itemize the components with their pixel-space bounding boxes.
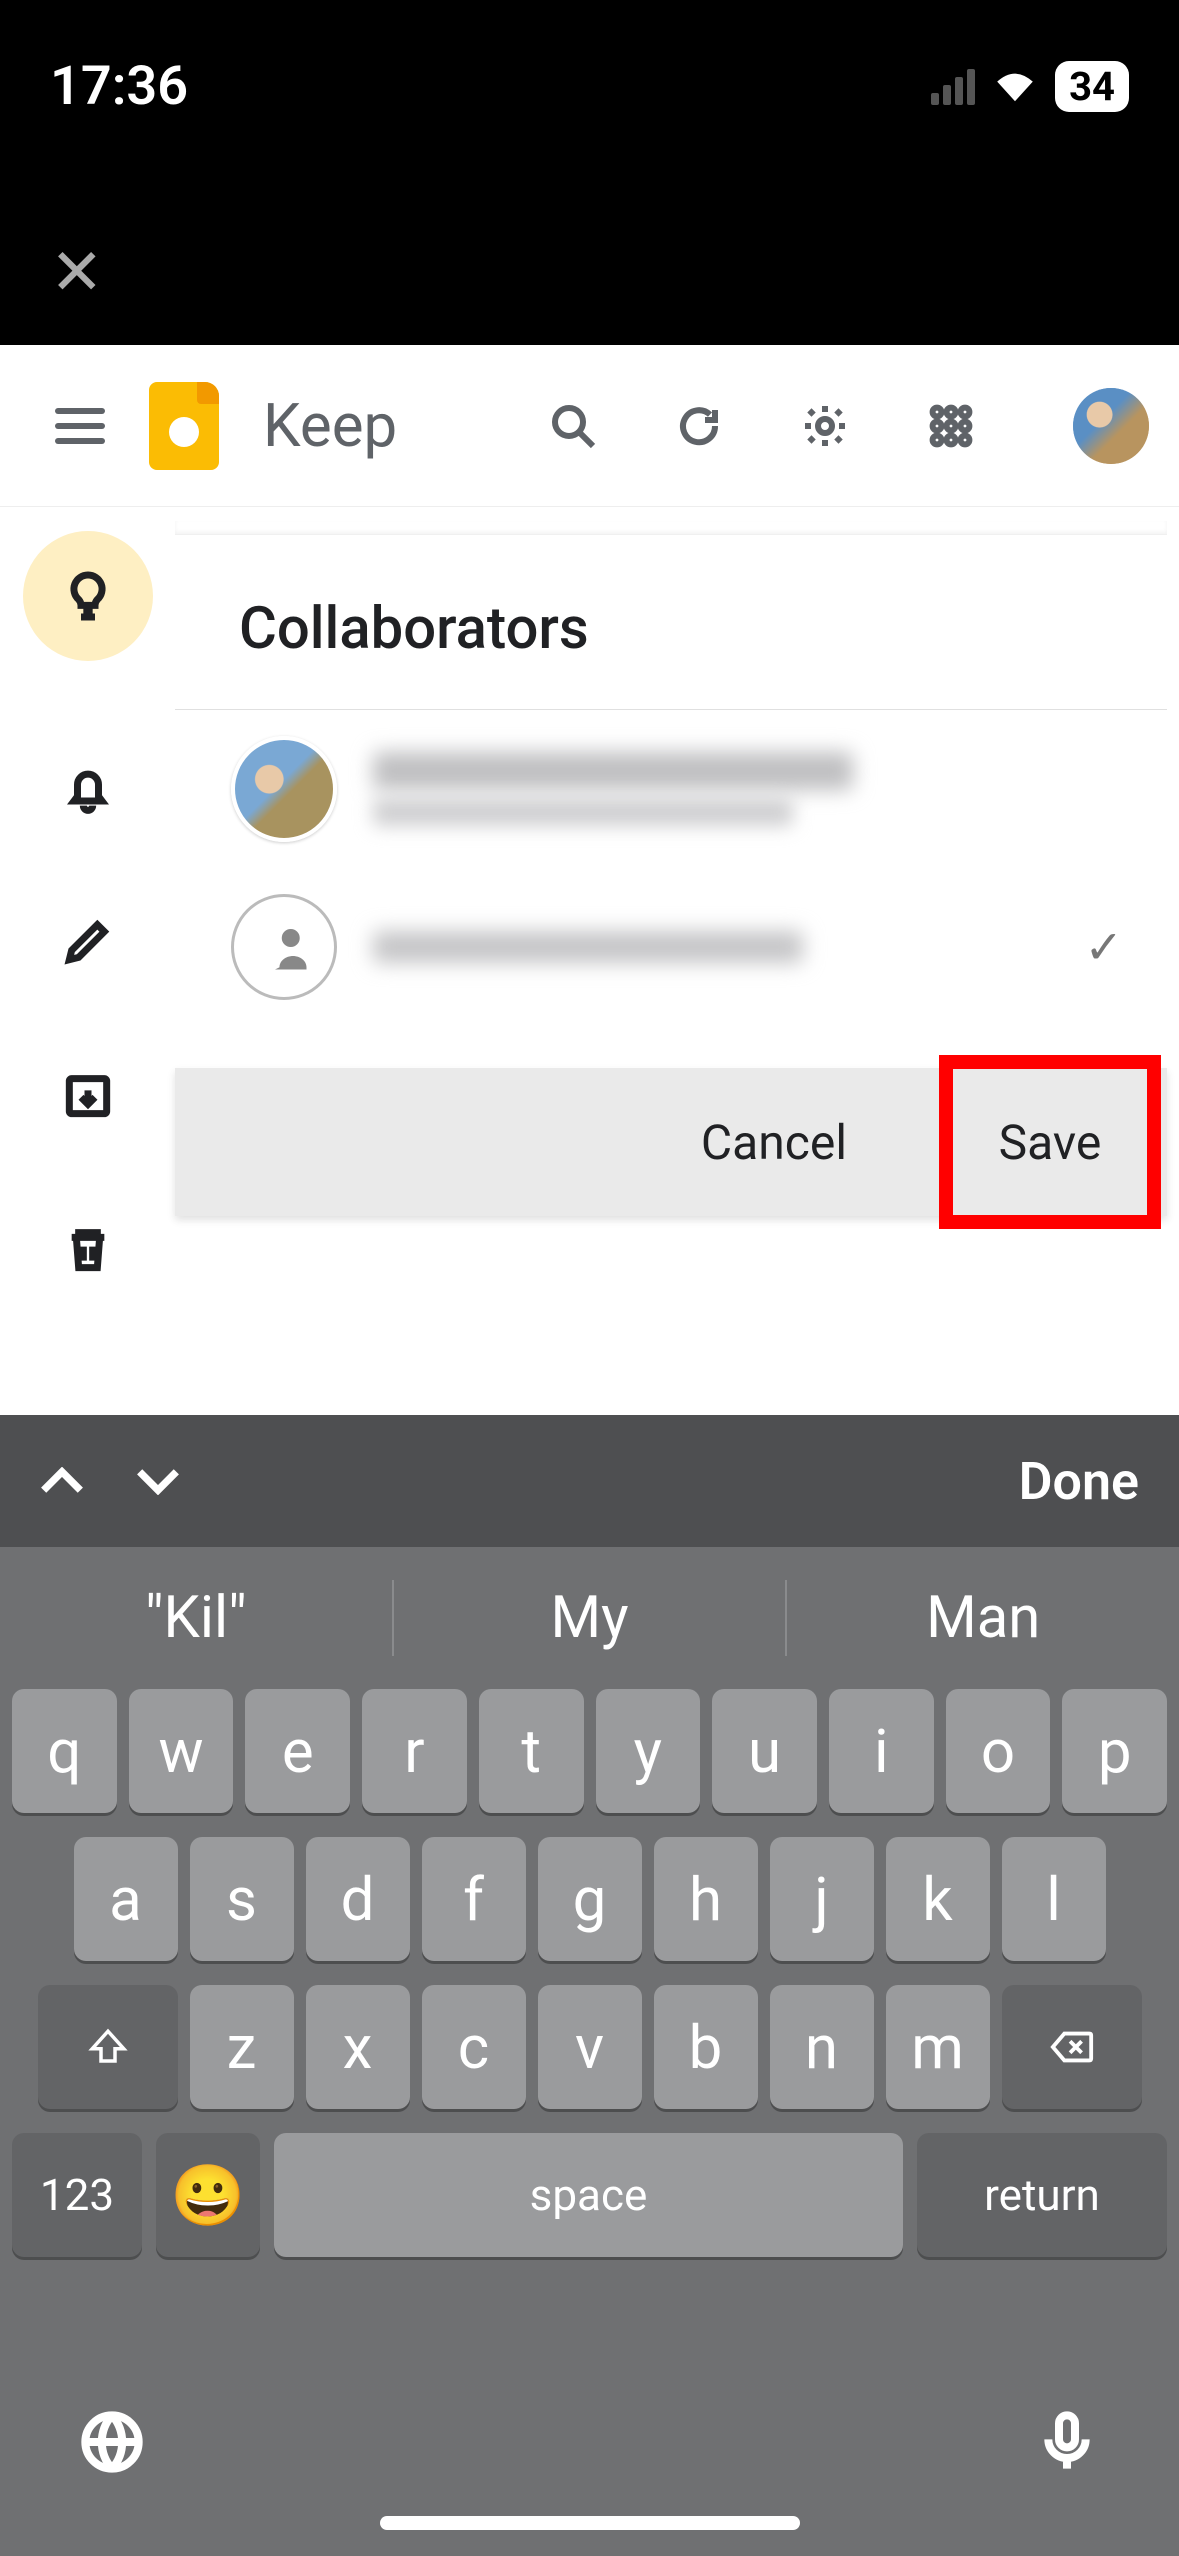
- keyboard-row-1: q w e r t y u i o p: [12, 1689, 1167, 1813]
- home-indicator[interactable]: [380, 2516, 800, 2530]
- key-d[interactable]: d: [306, 1837, 410, 1961]
- key-x[interactable]: x: [306, 1985, 410, 2109]
- status-bar: 17:36 34: [0, 0, 1179, 118]
- panel-title: Collaborators: [175, 543, 1167, 710]
- key-t[interactable]: t: [479, 1689, 584, 1813]
- collaborator-avatar: [231, 736, 337, 842]
- key-e[interactable]: e: [245, 1689, 350, 1813]
- main-content: Collaborators ✓ Cance: [0, 507, 1179, 1415]
- app-title: Keep: [263, 390, 413, 461]
- key-u[interactable]: u: [712, 1689, 817, 1813]
- reminders-tab-icon[interactable]: [60, 759, 116, 815]
- cellular-signal-icon: [931, 69, 975, 105]
- status-right: 34: [931, 61, 1129, 112]
- key-b[interactable]: b: [654, 1985, 758, 2109]
- cancel-button[interactable]: Cancel: [609, 1068, 939, 1216]
- notes-tab-icon[interactable]: [23, 531, 153, 661]
- keyboard-done-button[interactable]: Done: [1019, 1451, 1139, 1512]
- numeric-key[interactable]: 123: [12, 2133, 142, 2257]
- key-p[interactable]: p: [1062, 1689, 1167, 1813]
- battery-indicator: 34: [1055, 61, 1129, 112]
- key-n[interactable]: n: [770, 1985, 874, 2109]
- key-a[interactable]: a: [74, 1837, 178, 1961]
- keep-logo-icon[interactable]: [149, 382, 219, 470]
- save-button[interactable]: Save: [953, 1069, 1147, 1215]
- key-w[interactable]: w: [129, 1689, 234, 1813]
- wifi-icon: [993, 71, 1037, 103]
- browser-chrome: 17:36 34 ✕: [0, 0, 1179, 345]
- keyboard-row-3: z x c v b n m: [12, 1985, 1167, 2109]
- key-g[interactable]: g: [538, 1837, 642, 1961]
- keyboard-row-2: a s d f g h j k l: [12, 1837, 1167, 1961]
- collaborator-owner-row: [175, 710, 1167, 868]
- key-o[interactable]: o: [946, 1689, 1051, 1813]
- app-header: Keep: [0, 345, 1179, 507]
- backspace-key[interactable]: [1002, 1985, 1142, 2109]
- key-f[interactable]: f: [422, 1837, 526, 1961]
- mic-icon[interactable]: [1035, 2410, 1099, 2474]
- apps-grid-icon[interactable]: [927, 402, 975, 450]
- key-k[interactable]: k: [886, 1837, 990, 1961]
- emoji-key[interactable]: 😀: [156, 2133, 260, 2257]
- side-rail: [0, 507, 175, 1415]
- confirm-check-icon[interactable]: ✓: [1084, 920, 1147, 975]
- key-i[interactable]: i: [829, 1689, 934, 1813]
- key-c[interactable]: c: [422, 1985, 526, 2109]
- key-l[interactable]: l: [1002, 1837, 1106, 1961]
- keyboard-accessory-bar: Done: [0, 1415, 1179, 1547]
- add-collaborator-row[interactable]: ✓: [175, 868, 1167, 1026]
- archive-tab-icon[interactable]: [60, 1067, 116, 1123]
- key-z[interactable]: z: [190, 1985, 294, 2109]
- collaborator-name-redacted: [373, 752, 853, 790]
- globe-icon[interactable]: [80, 2410, 144, 2474]
- key-s[interactable]: s: [190, 1837, 294, 1961]
- suggestion[interactable]: "Kil": [0, 1584, 392, 1652]
- menu-icon[interactable]: [55, 408, 105, 444]
- prev-field-icon[interactable]: [40, 1467, 84, 1495]
- save-button-highlight: Save: [939, 1055, 1161, 1229]
- key-j[interactable]: j: [770, 1837, 874, 1961]
- trash-tab-icon[interactable]: [60, 1221, 116, 1277]
- keyboard-row-4: 123 😀 space return: [12, 2133, 1167, 2257]
- key-h[interactable]: h: [654, 1837, 758, 1961]
- return-key[interactable]: return: [917, 2133, 1167, 2257]
- key-q[interactable]: q: [12, 1689, 117, 1813]
- key-r[interactable]: r: [362, 1689, 467, 1813]
- key-m[interactable]: m: [886, 1985, 990, 2109]
- refresh-icon[interactable]: [675, 402, 723, 450]
- shift-key[interactable]: [38, 1985, 178, 2109]
- keyboard-suggestions: "Kil" My Man: [0, 1547, 1179, 1689]
- edit-labels-icon[interactable]: [60, 913, 116, 969]
- suggestion[interactable]: My: [394, 1584, 786, 1652]
- next-field-icon[interactable]: [136, 1467, 180, 1495]
- collaborator-email-redacted: [373, 798, 793, 826]
- collaborators-panel: Collaborators ✓ Cance: [175, 507, 1179, 1415]
- close-icon[interactable]: ✕: [50, 235, 104, 310]
- search-icon[interactable]: [549, 402, 597, 450]
- suggestion[interactable]: Man: [787, 1584, 1179, 1652]
- pending-email-redacted: [373, 931, 803, 963]
- action-bar: Cancel Save: [175, 1068, 1167, 1216]
- add-person-icon[interactable]: [231, 894, 337, 1000]
- account-avatar[interactable]: [1073, 388, 1149, 464]
- key-v[interactable]: v: [538, 1985, 642, 2109]
- ios-keyboard: Done "Kil" My Man q w e r t y u i o p a …: [0, 1415, 1179, 2556]
- settings-gear-icon[interactable]: [801, 402, 849, 450]
- status-time: 17:36: [50, 55, 188, 118]
- space-key[interactable]: space: [274, 2133, 903, 2257]
- key-y[interactable]: y: [596, 1689, 701, 1813]
